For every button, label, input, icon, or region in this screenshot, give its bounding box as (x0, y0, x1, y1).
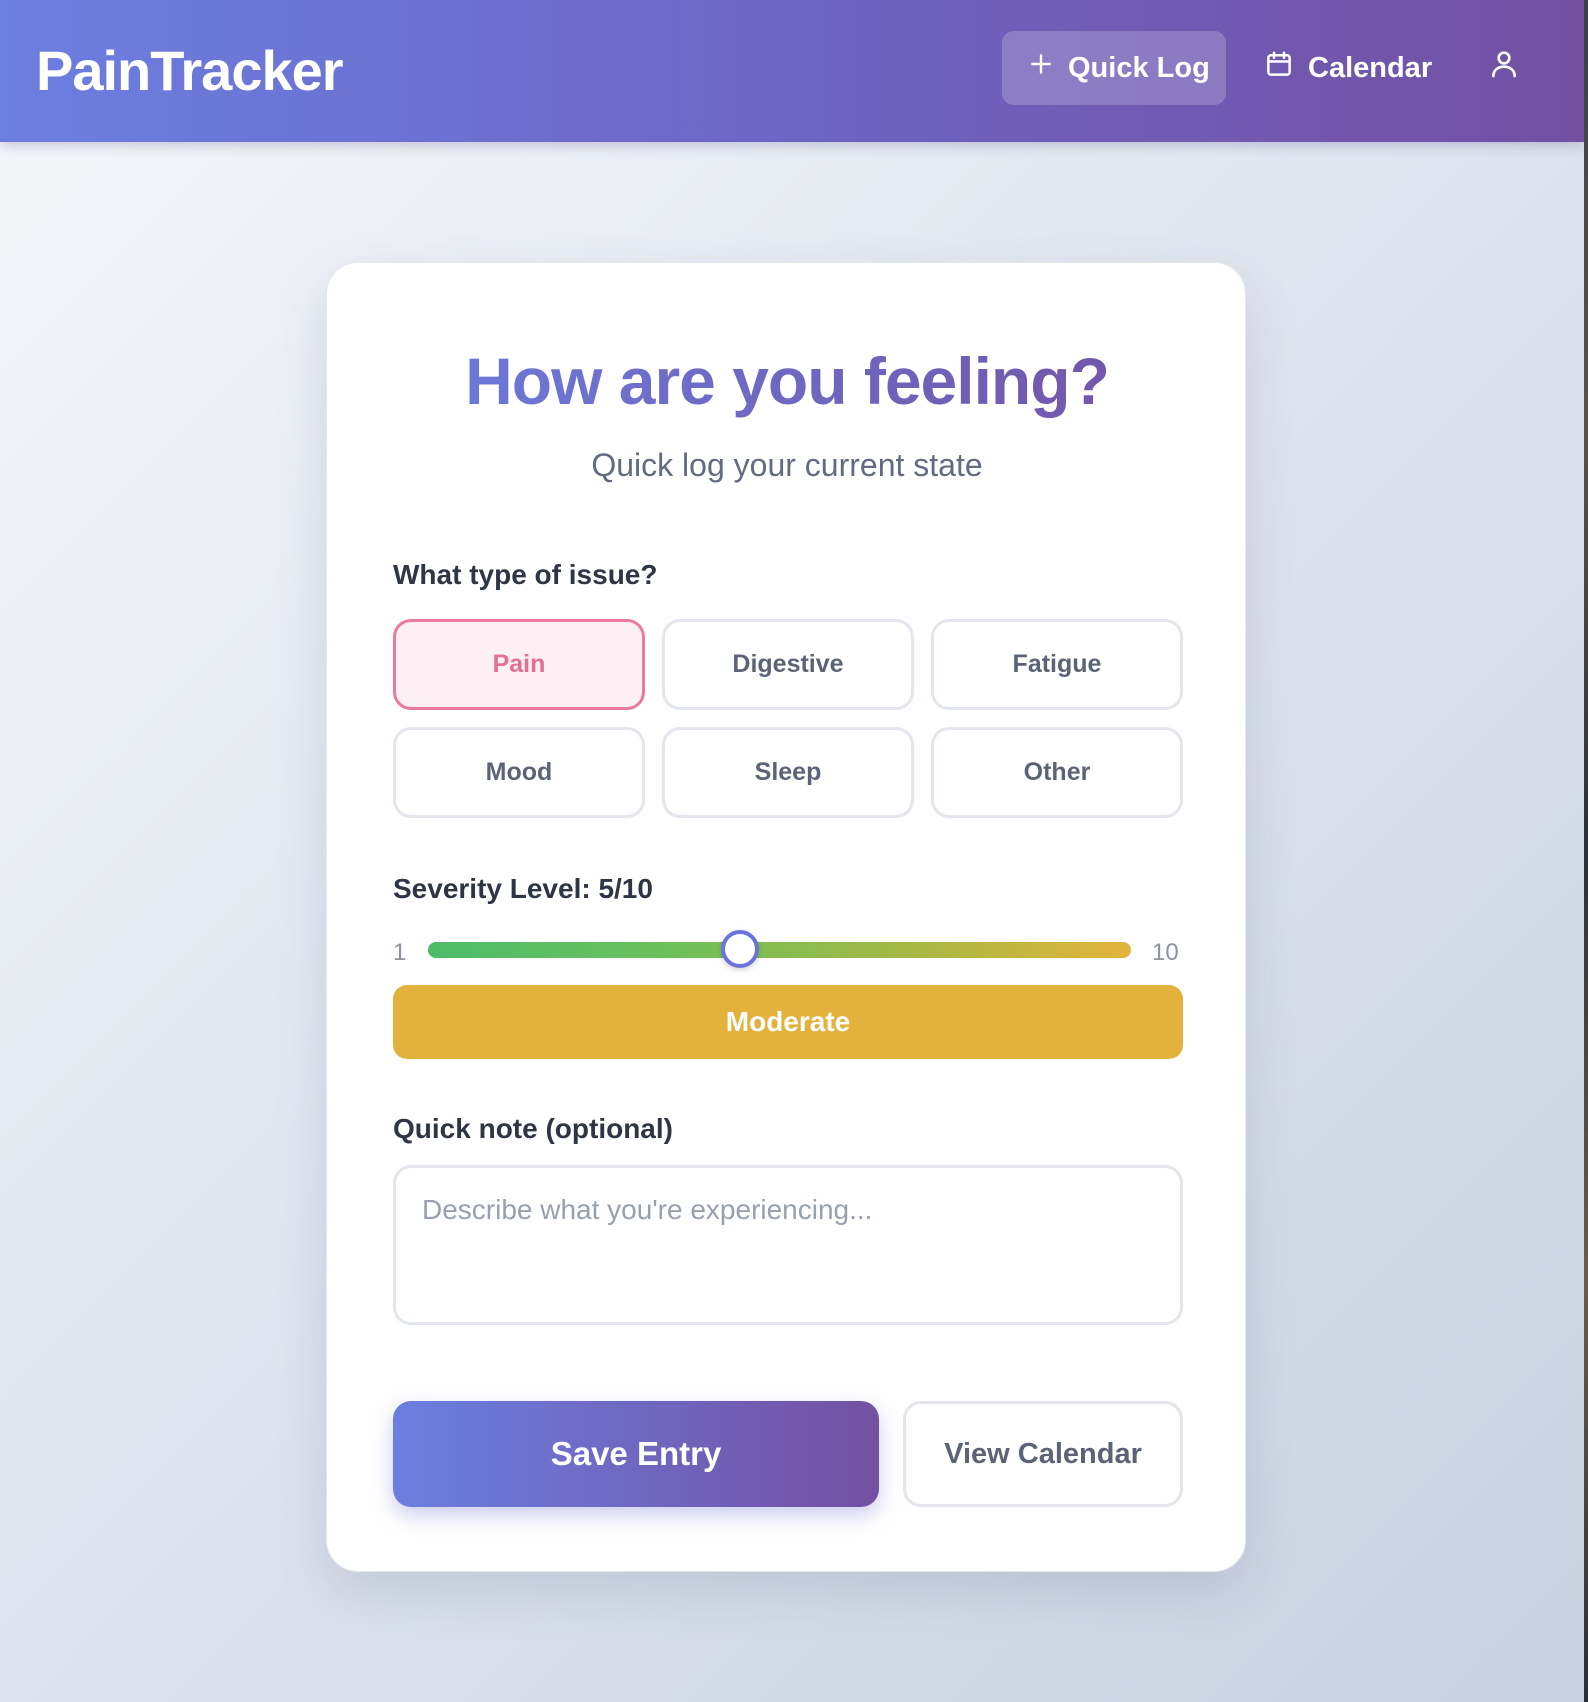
user-icon (1488, 48, 1520, 88)
issue-type-grid: Pain Digestive Fatigue Mood Sleep Other (393, 619, 1183, 818)
note-textarea[interactable] (393, 1165, 1183, 1325)
top-navbar: PainTracker Quick Log Calendar (0, 0, 1584, 142)
nav-quick-log-label: Quick Log (1068, 51, 1210, 84)
issue-option-sleep[interactable]: Sleep (662, 727, 914, 818)
app-window: PainTracker Quick Log Calendar How are y… (0, 0, 1584, 1702)
profile-button[interactable] (1482, 31, 1526, 105)
issue-option-fatigue[interactable]: Fatigue (931, 619, 1183, 710)
page-subtitle: Quick log your current state (591, 447, 983, 483)
issue-type-label: What type of issue? (393, 559, 658, 590)
issue-option-mood[interactable]: Mood (393, 727, 645, 818)
severity-max-label: 10 (1152, 939, 1179, 966)
note-label: Quick note (optional) (393, 1113, 673, 1144)
issue-option-pain[interactable]: Pain (393, 619, 645, 710)
calendar-icon (1264, 49, 1294, 87)
nav-calendar-button[interactable]: Calendar (1264, 31, 1434, 105)
issue-option-other[interactable]: Other (931, 727, 1183, 818)
background-window-edge (1584, 0, 1588, 1702)
nav-quick-log-button[interactable]: Quick Log (1002, 31, 1226, 105)
brand-logo[interactable]: PainTracker (36, 38, 344, 103)
severity-label: Severity Level: 5/10 (393, 873, 653, 904)
save-entry-button[interactable]: Save Entry (393, 1401, 879, 1507)
severity-min-label: 1 (393, 939, 407, 966)
plus-icon (1028, 51, 1054, 85)
nav-calendar-label: Calendar (1308, 51, 1433, 84)
severity-slider-track[interactable] (428, 942, 1131, 958)
issue-option-digestive[interactable]: Digestive (662, 619, 914, 710)
quick-log-card: How are you feeling? Quick log your curr… (326, 262, 1246, 1572)
view-calendar-button[interactable]: View Calendar (903, 1401, 1183, 1507)
page-title: How are you feeling? (327, 343, 1247, 419)
severity-level-badge: Moderate (393, 985, 1183, 1059)
severity-slider-thumb[interactable] (721, 930, 760, 968)
